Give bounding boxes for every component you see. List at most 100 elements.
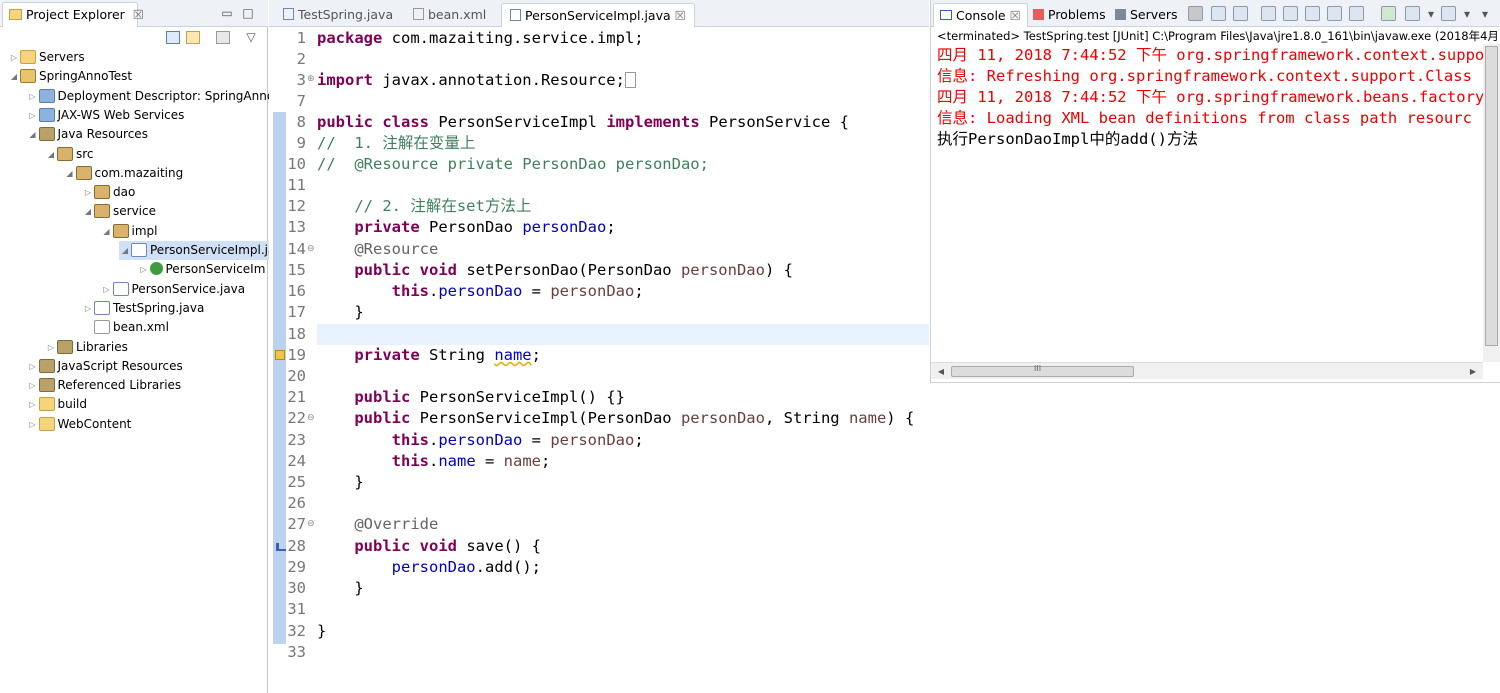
close-icon[interactable]: ☒ — [133, 7, 144, 22]
show-stdout-icon[interactable] — [1327, 6, 1342, 21]
console-output[interactable]: 四月 11, 2018 7:44:52 下午 org.springframewo… — [931, 45, 1483, 362]
show-stderr-icon[interactable] — [1349, 6, 1364, 21]
tab-problems[interactable]: Problems — [1027, 3, 1112, 27]
tree-item-label: build — [57, 397, 88, 412]
vertical-scroll-thumb[interactable] — [1485, 46, 1498, 346]
remove-launch-icon[interactable] — [1211, 6, 1226, 21]
class-icon — [149, 262, 163, 276]
fold-collapse-icon[interactable]: ⊖ — [307, 519, 315, 529]
scroll-right-icon[interactable]: ▶ — [1465, 364, 1481, 380]
tree-item-label: PersonService.java — [131, 281, 246, 296]
close-icon[interactable]: ☒ — [675, 8, 686, 23]
tree-item[interactable]: ▷ Servers — [8, 48, 85, 67]
package-icon — [94, 185, 110, 200]
line-number: 7 — [296, 92, 306, 110]
tree-item-label: Servers — [39, 50, 85, 64]
remove-all-launches-icon[interactable] — [1233, 6, 1248, 21]
word-wrap-icon[interactable] — [1305, 6, 1320, 21]
chevron-down-icon[interactable]: ▾ — [1423, 6, 1439, 22]
tree-item-label: dao — [113, 185, 136, 200]
collapsed-twisty-icon[interactable]: ▷ — [138, 260, 150, 279]
vertical-scrollbar[interactable] — [1483, 44, 1500, 362]
expanded-twisty-icon[interactable]: ◢ — [27, 125, 39, 144]
collapsed-twisty-icon[interactable]: ▷ — [45, 338, 57, 357]
collapsed-twisty-icon[interactable]: ▷ — [27, 357, 39, 376]
collapsed-twisty-icon[interactable]: ▷ — [27, 106, 39, 125]
tree-item[interactable]: ◢ Java Resources — [27, 125, 148, 144]
tree-item[interactable]: ▷ dao — [82, 183, 135, 202]
tree-item[interactable]: ▷ TestSpring.java — [82, 299, 204, 318]
close-icon[interactable]: ☒ — [1010, 8, 1021, 23]
tree-item-label: JavaScript Resources — [57, 358, 183, 373]
collapsed-twisty-icon[interactable]: ▷ — [27, 376, 39, 395]
tree-item[interactable]: ▷ PersonService.java — [101, 280, 246, 299]
scroll-left-icon[interactable]: ◀ — [933, 364, 949, 380]
collapse-all-icon[interactable] — [166, 31, 180, 44]
expanded-twisty-icon[interactable]: ◢ — [64, 164, 76, 183]
tree-item[interactable]: ◢ service — [82, 202, 156, 221]
java-file-icon — [283, 8, 294, 20]
minimize-icon[interactable]: ▭ — [219, 5, 235, 21]
tree-item[interactable]: ◢ PersonServiceImpl.ja — [119, 241, 276, 260]
override-marker-icon[interactable] — [276, 543, 286, 551]
tree-item[interactable]: ▷ JAX-WS Web Services — [27, 106, 184, 125]
line-number: 17 — [287, 303, 306, 321]
tree-item-label: PersonServiceIm — [165, 262, 266, 277]
terminate-icon[interactable] — [1188, 6, 1203, 21]
fold-expand-icon[interactable]: ⊕ — [307, 74, 315, 84]
pin-console-icon[interactable] — [1381, 6, 1396, 21]
collapsed-twisty-icon[interactable]: ▷ — [27, 87, 39, 106]
expanded-twisty-icon[interactable]: ◢ — [119, 241, 131, 260]
tree-item[interactable]: ▷ Referenced Libraries — [27, 376, 181, 395]
tree-item[interactable]: ◢ SpringAnnoTest — [8, 67, 132, 86]
horizontal-scroll-thumb[interactable]: III — [951, 364, 1134, 377]
code-line-22: public PersonServiceImpl(PersonDao perso… — [354, 409, 915, 427]
scroll-lock-icon[interactable] — [1283, 6, 1298, 21]
tree-item[interactable]: ▷ Deployment Descriptor: SpringAnno — [27, 87, 275, 106]
tab-servers[interactable]: Servers — [1109, 3, 1184, 27]
tree-item[interactable]: ▷ Libraries — [45, 338, 128, 357]
tab-label: Servers — [1130, 7, 1178, 22]
tree-item-label: Deployment Descriptor: SpringAnno — [57, 88, 275, 103]
collapsed-twisty-icon[interactable]: ▷ — [8, 48, 20, 67]
tree-item[interactable]: bean.xml — [82, 318, 169, 337]
tab-bean-xml[interactable]: bean.xml — [405, 3, 494, 27]
code-line-10: // @Resource private PersonDao personDao… — [317, 155, 709, 173]
display-console-icon[interactable] — [1405, 6, 1420, 21]
maximize-icon[interactable]: □ — [240, 5, 256, 21]
code-line-29: personDao.add(); — [391, 558, 541, 576]
view-menu-icon[interactable]: ▾ — [1477, 6, 1493, 22]
tab-console[interactable]: Console ☒ — [933, 3, 1028, 27]
filter-icon[interactable] — [216, 31, 230, 44]
fold-collapse-icon[interactable]: ⊖ — [307, 244, 315, 254]
tree-item[interactable]: ◢ src — [45, 145, 94, 164]
tree-item[interactable]: ▷ PersonServiceIm — [138, 260, 266, 279]
collapsed-twisty-icon[interactable]: ▷ — [101, 280, 113, 299]
tree-item[interactable]: ◢ impl — [101, 222, 157, 241]
tree-item-label: service — [113, 204, 156, 219]
expanded-twisty-icon[interactable]: ◢ — [45, 145, 57, 164]
view-menu-chevron-down-icon[interactable]: ▽ — [243, 29, 259, 45]
expanded-twisty-icon[interactable]: ◢ — [82, 202, 94, 221]
collapsed-twisty-icon[interactable]: ▷ — [82, 183, 94, 202]
link-with-editor-icon[interactable] — [186, 31, 200, 44]
tree-item[interactable]: ◢ com.mazaiting — [64, 164, 183, 183]
tab-label: Console — [956, 8, 1006, 23]
tab-project-explorer[interactable]: Project Explorer ☒ — [2, 2, 144, 27]
expanded-twisty-icon[interactable]: ◢ — [8, 67, 20, 86]
tab-testspring-java[interactable]: TestSpring.java — [275, 3, 401, 27]
collapsed-twisty-icon[interactable]: ▷ — [27, 415, 39, 434]
tree-item[interactable]: ▷ JavaScript Resources — [27, 357, 183, 376]
fold-collapse-icon[interactable]: ⊖ — [307, 413, 315, 423]
open-console-icon[interactable] — [1441, 6, 1456, 21]
tree-item[interactable]: ▷ WebContent — [27, 415, 131, 434]
horizontal-scrollbar[interactable]: ◀ III ▶ — [931, 362, 1483, 379]
expanded-twisty-icon[interactable]: ◢ — [101, 222, 113, 241]
collapsed-twisty-icon[interactable]: ▷ — [27, 395, 39, 414]
warning-icon[interactable] — [275, 350, 285, 360]
collapsed-twisty-icon[interactable]: ▷ — [82, 299, 94, 318]
clear-console-icon[interactable] — [1261, 6, 1276, 21]
chevron-down-icon[interactable]: ▾ — [1459, 6, 1475, 22]
tab-personserviceimpl-java[interactable]: PersonServiceImpl.java ☒ — [501, 3, 695, 27]
tree-item[interactable]: ▷ build — [27, 395, 88, 414]
